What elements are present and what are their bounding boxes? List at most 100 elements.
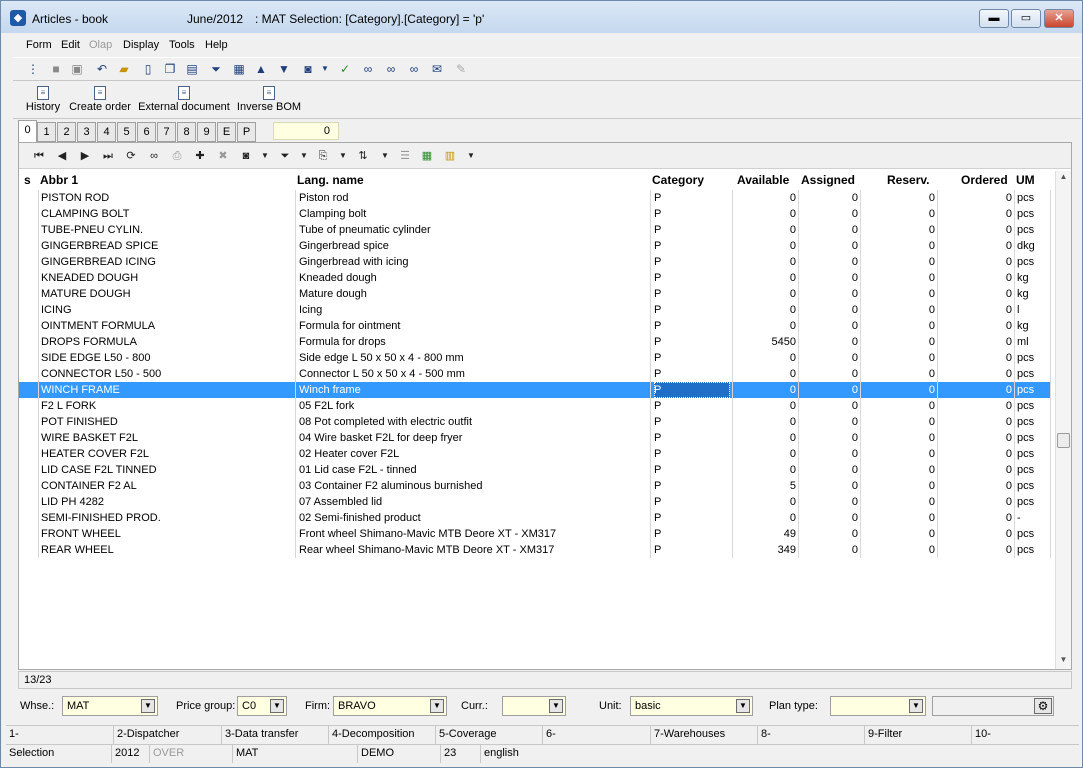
cell-lang-name[interactable]: 03 Container F2 aluminous burnished [299, 478, 647, 494]
scroll-up-icon[interactable]: ▲ [1056, 172, 1071, 181]
cell-ordered[interactable]: 0 [939, 462, 1012, 478]
cell-abbr[interactable]: TUBE-PNEU CYLIN. [41, 222, 293, 238]
tab-2[interactable]: 2 [57, 122, 76, 142]
dropdown-arrow-icon[interactable]: ▼ [430, 699, 444, 713]
arrow-down-icon[interactable]: ▼ [276, 61, 292, 77]
cell-available[interactable]: 0 [734, 222, 796, 238]
cell-available[interactable]: 0 [734, 238, 796, 254]
menu-tools[interactable]: Tools [169, 39, 195, 51]
cell-abbr[interactable]: OINTMENT FORMULA [41, 318, 293, 334]
curr-select[interactable]: ▼ [502, 696, 566, 716]
maximize-button[interactable]: ▭ [1011, 9, 1041, 28]
cell-abbr[interactable]: GINGERBREAD SPICE [41, 238, 293, 254]
last-record-icon[interactable]: ⏭ [100, 148, 116, 164]
cell-ordered[interactable]: 0 [939, 302, 1012, 318]
cell-reserv[interactable]: 0 [862, 334, 935, 350]
document-check-icon[interactable]: ▦ [231, 61, 247, 77]
cell-available[interactable]: 0 [734, 382, 796, 398]
cell-um[interactable]: pcs [1017, 494, 1049, 510]
undo-icon[interactable]: ↶ [94, 61, 110, 77]
excel-icon[interactable]: ▦ [419, 148, 435, 164]
cell-assigned[interactable]: 0 [800, 206, 858, 222]
cell-lang-name[interactable]: 01 Lid case F2L - tinned [299, 462, 647, 478]
cell-available[interactable]: 0 [734, 286, 796, 302]
cell-assigned[interactable]: 0 [800, 494, 858, 510]
find-next-icon[interactable]: ∞ [383, 61, 399, 77]
col-s-header[interactable]: s [24, 173, 31, 187]
cell-reserv[interactable]: 0 [862, 526, 935, 542]
firm-select[interactable]: BRAVO ▼ [333, 696, 447, 716]
tab-1[interactable]: 1 [37, 122, 56, 142]
table-row[interactable]: SIDE EDGE L50 - 800 Side edge L 50 x 50 x… [19, 350, 1051, 366]
cell-ordered[interactable]: 0 [939, 398, 1012, 414]
cell-abbr[interactable]: GINGERBREAD ICING [41, 254, 293, 270]
cell-ordered[interactable]: 0 [939, 206, 1012, 222]
cell-reserv[interactable]: 0 [862, 430, 935, 446]
print-icon[interactable]: ⎙ [169, 148, 185, 164]
cell-ordered[interactable]: 0 [939, 270, 1012, 286]
table-row[interactable]: CONTAINER F2 AL 03 Container F2 aluminous… [19, 478, 1051, 494]
cell-um[interactable]: pcs [1017, 526, 1049, 542]
cell-category[interactable]: P [654, 398, 730, 414]
cell-reserv[interactable]: 0 [862, 494, 935, 510]
cell-ordered[interactable]: 0 [939, 494, 1012, 510]
cell-abbr[interactable]: ICING [41, 302, 293, 318]
table-row[interactable]: WIRE BASKET F2L 04 Wire basket F2L for de… [19, 430, 1051, 446]
check-filter-icon[interactable]: ✓ [337, 61, 353, 77]
dropdown-arrow-icon[interactable]: ▼ [909, 699, 923, 713]
arrow-up-icon[interactable]: ▲ [253, 61, 269, 77]
cell-category[interactable]: P [654, 334, 730, 350]
cell-um[interactable]: pcs [1017, 414, 1049, 430]
cell-um[interactable]: pcs [1017, 254, 1049, 270]
fkey-3[interactable]: 3-Data transfer [222, 726, 329, 744]
table-row[interactable]: F2 L FORK 05 F2L fork P 0 0 0 0 pcs [19, 398, 1051, 414]
cell-reserv[interactable]: 0 [862, 382, 935, 398]
cell-category[interactable]: P [654, 446, 730, 462]
save-as-icon[interactable]: ▣ [69, 61, 85, 77]
cell-available[interactable]: 49 [734, 526, 796, 542]
table-row[interactable]: OINTMENT FORMULA Formula for ointment P 0 0 0… [19, 318, 1051, 334]
table-row[interactable]: REAR WHEEL Rear wheel Shimano-Mavic MTB D… [19, 542, 1051, 558]
cell-category[interactable]: P [654, 254, 730, 270]
cell-assigned[interactable]: 0 [800, 542, 858, 558]
cell-um[interactable]: dkg [1017, 238, 1049, 254]
external-document-button[interactable]: ≡ External document [138, 86, 230, 113]
cell-reserv[interactable]: 0 [862, 398, 935, 414]
table-row[interactable]: SEMI-FINISHED PROD. 02 Semi-finished prod… [19, 510, 1051, 526]
menu-edit[interactable]: Edit [61, 39, 80, 51]
cell-reserv[interactable]: 0 [862, 270, 935, 286]
cell-available[interactable]: 349 [734, 542, 796, 558]
cell-available[interactable]: 0 [734, 510, 796, 526]
tab-6[interactable]: 6 [137, 122, 156, 142]
cell-ordered[interactable]: 0 [939, 222, 1012, 238]
list-icon[interactable]: ☰ [397, 148, 413, 164]
cell-ordered[interactable]: 0 [939, 238, 1012, 254]
cell-lang-name[interactable]: Winch frame [299, 382, 647, 398]
tree-icon[interactable]: ⋮ [25, 61, 41, 77]
camera-dropdown-icon[interactable]: ▼ [257, 148, 273, 164]
cell-assigned[interactable]: 0 [800, 270, 858, 286]
cell-category[interactable]: P [654, 430, 730, 446]
cell-reserv[interactable]: 0 [862, 350, 935, 366]
binoculars-icon[interactable]: ∞ [146, 148, 162, 164]
tab-3[interactable]: 3 [77, 122, 96, 142]
cell-category[interactable]: P [654, 270, 730, 286]
cell-reserv[interactable]: 0 [862, 446, 935, 462]
whse-select[interactable]: MAT ▼ [62, 696, 158, 716]
table-row[interactable]: MATURE DOUGH Mature dough P 0 0 0 0 kg [19, 286, 1051, 302]
menu-display[interactable]: Display [123, 39, 159, 51]
cell-um[interactable]: pcs [1017, 190, 1049, 206]
create-order-button[interactable]: ≡ Create order [68, 86, 132, 113]
cell-assigned[interactable]: 0 [800, 222, 858, 238]
cell-reserv[interactable]: 0 [862, 510, 935, 526]
copy-icon[interactable]: ❐ [162, 61, 178, 77]
cell-available[interactable]: 5 [734, 478, 796, 494]
cell-um[interactable]: - [1017, 510, 1049, 526]
cell-category[interactable]: P [654, 206, 730, 222]
fkey-6[interactable]: 6- [543, 726, 651, 744]
cell-available[interactable]: 0 [734, 462, 796, 478]
cell-available[interactable]: 0 [734, 318, 796, 334]
cell-abbr[interactable]: MATURE DOUGH [41, 286, 293, 302]
col-ordered-header[interactable]: Ordered [961, 173, 1008, 187]
cell-lang-name[interactable]: 07 Assembled lid [299, 494, 647, 510]
